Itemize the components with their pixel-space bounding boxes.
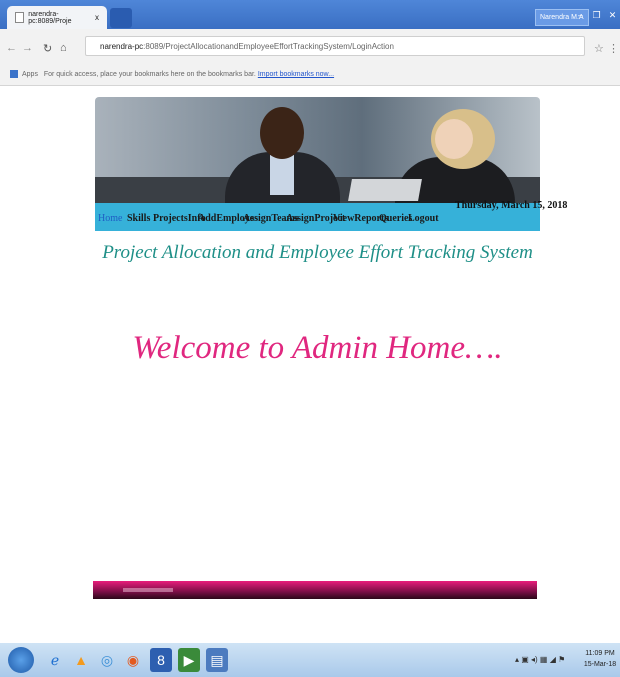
current-date: Thursday, March 15, 2018: [455, 200, 568, 211]
nav-logout[interactable]: Logout: [408, 213, 439, 224]
eclipse-icon[interactable]: 8: [150, 648, 172, 672]
banner-man-shirt: [270, 155, 294, 195]
file-explorer-icon[interactable]: ▤: [206, 648, 228, 672]
banner-woman-face: [435, 119, 473, 159]
tab-title: narendra-pc:8089/Proje: [28, 10, 72, 25]
start-button-icon[interactable]: [8, 647, 34, 673]
forward-icon[interactable]: →: [22, 42, 33, 54]
url-path: :8089/ProjectAllocationandEmployeeEffort…: [143, 42, 394, 51]
footer-text: [123, 588, 173, 592]
page-footer: [93, 581, 537, 599]
apps-icon[interactable]: [10, 70, 18, 79]
clock-date: 15-Mar-18: [583, 661, 617, 668]
url-host: narendra-pc: [100, 42, 144, 51]
taskbar: ℯ ▲ ◎ ◉ 8 ▶ ▤ ▴ ▣ ◂) ▦ ◢ ⚑ 11:09 PM 15-Ma…: [0, 643, 620, 677]
chrome-icon[interactable]: ◎: [96, 648, 118, 672]
home-icon[interactable]: ⌂: [60, 42, 67, 54]
browser-title-bar: narendra-pc:8089/Proje x Narendra M.A – …: [0, 0, 620, 29]
nav-home[interactable]: Home: [98, 213, 122, 224]
internet-explorer-icon[interactable]: ℯ: [44, 648, 66, 672]
clock-time: 11:09 PM: [585, 650, 615, 657]
browser-tab[interactable]: narendra-pc:8089/Proje x: [7, 6, 107, 29]
firefox-icon[interactable]: ◉: [122, 648, 144, 672]
close-window-icon[interactable]: ✕: [605, 8, 620, 23]
tab-close-icon[interactable]: x: [95, 13, 99, 22]
restore-icon[interactable]: ❐: [589, 8, 604, 23]
media-player-icon[interactable]: ▶: [178, 648, 200, 672]
banner-laptop: [348, 179, 422, 201]
system-title: Project Allocation and Employee Effort T…: [102, 242, 533, 263]
header-banner-image: [95, 97, 540, 203]
banner-man-head: [260, 107, 304, 159]
system-tray-icons[interactable]: ▴ ▣ ◂) ▦ ◢ ⚑: [515, 655, 565, 664]
bookmarks-hint: For quick access, place your bookmarks h…: [43, 71, 256, 78]
new-tab-button[interactable]: [110, 8, 132, 28]
apps-link[interactable]: Apps: [22, 71, 38, 78]
system-clock[interactable]: 11:09 PM 15-Mar-18: [583, 648, 617, 670]
nav-skills[interactable]: Skills: [127, 213, 150, 224]
import-bookmarks-link[interactable]: Import bookmarks now...: [258, 71, 334, 78]
welcome-heading: Welcome to Admin Home….: [132, 330, 503, 366]
page-favicon-icon: [15, 12, 25, 23]
vlc-icon[interactable]: ▲: [70, 648, 92, 672]
reload-icon[interactable]: ↻: [43, 42, 52, 55]
bookmarks-bar: Apps For quick access, place your bookma…: [0, 65, 620, 86]
address-bar[interactable]: narendra-pc:8089/ProjectAllocationandEmp…: [85, 36, 585, 56]
back-icon[interactable]: ←: [6, 42, 17, 54]
bookmark-star-icon[interactable]: ☆: [594, 42, 604, 55]
menu-icon[interactable]: ⋮: [608, 42, 619, 55]
minimize-icon[interactable]: –: [573, 8, 588, 23]
